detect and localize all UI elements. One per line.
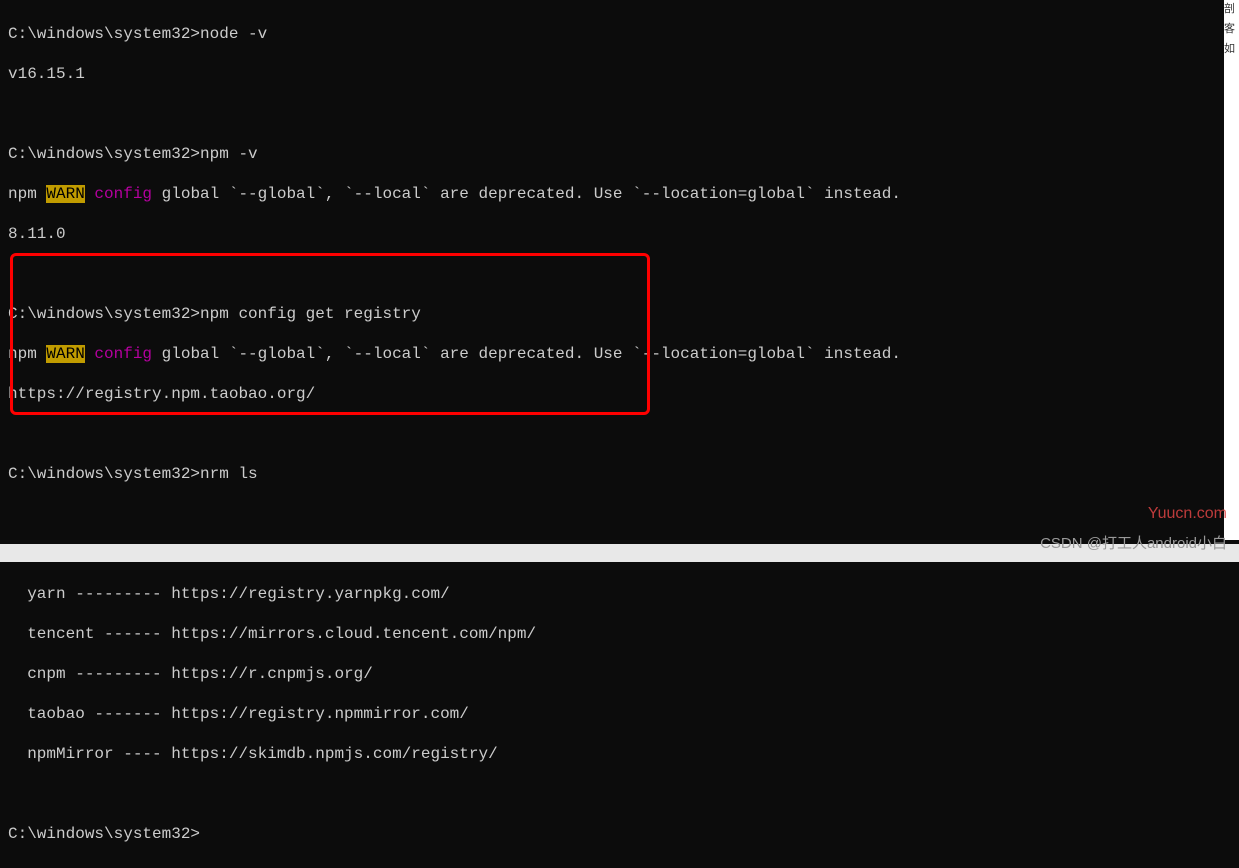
- npm-warn-line: npm WARN config global `--global`, `--lo…: [8, 184, 1231, 204]
- site-watermark: Yuucn.com: [1148, 504, 1227, 524]
- nrm-registry-row: npmMirror ---- https://skimdb.npmjs.com/…: [8, 744, 1231, 764]
- output-node-version: v16.15.1: [8, 64, 1231, 84]
- prompt: C:\windows\system32>: [8, 305, 200, 323]
- prompt: C:\windows\system32>: [8, 825, 200, 843]
- config-label: config: [94, 185, 152, 203]
- csdn-watermark: CSDN @打工人android小白: [1040, 534, 1227, 554]
- prompt: C:\windows\system32>: [8, 465, 200, 483]
- command-node-v: node -v: [200, 25, 267, 43]
- config-label: config: [94, 345, 152, 363]
- npm-warn-line: npm WARN config global `--global`, `--lo…: [8, 344, 1231, 364]
- command-npm-v: npm -v: [200, 145, 258, 163]
- output-registry-url: https://registry.npm.taobao.org/: [8, 384, 1231, 404]
- command-npm-config: npm config get registry: [200, 305, 421, 323]
- command-nrm-ls: nrm ls: [200, 465, 258, 483]
- warn-badge: WARN: [46, 345, 84, 363]
- nrm-registry-row: tencent ------ https://mirrors.cloud.ten…: [8, 624, 1231, 644]
- prompt: C:\windows\system32>: [8, 145, 200, 163]
- prompt: C:\windows\system32>: [8, 25, 200, 43]
- warn-badge: WARN: [46, 185, 84, 203]
- nrm-registry-row: cnpm --------- https://r.cnpmjs.org/: [8, 664, 1231, 684]
- nrm-registry-row: yarn --------- https://registry.yarnpkg.…: [8, 584, 1231, 604]
- output-npm-version: 8.11.0: [8, 224, 1231, 244]
- cropped-sidebar: 剖 客 如: [1224, 0, 1239, 540]
- nrm-registry-row: taobao ------- https://registry.npmmirro…: [8, 704, 1231, 724]
- terminal-output[interactable]: C:\windows\system32>node -v v16.15.1 C:\…: [0, 0, 1239, 868]
